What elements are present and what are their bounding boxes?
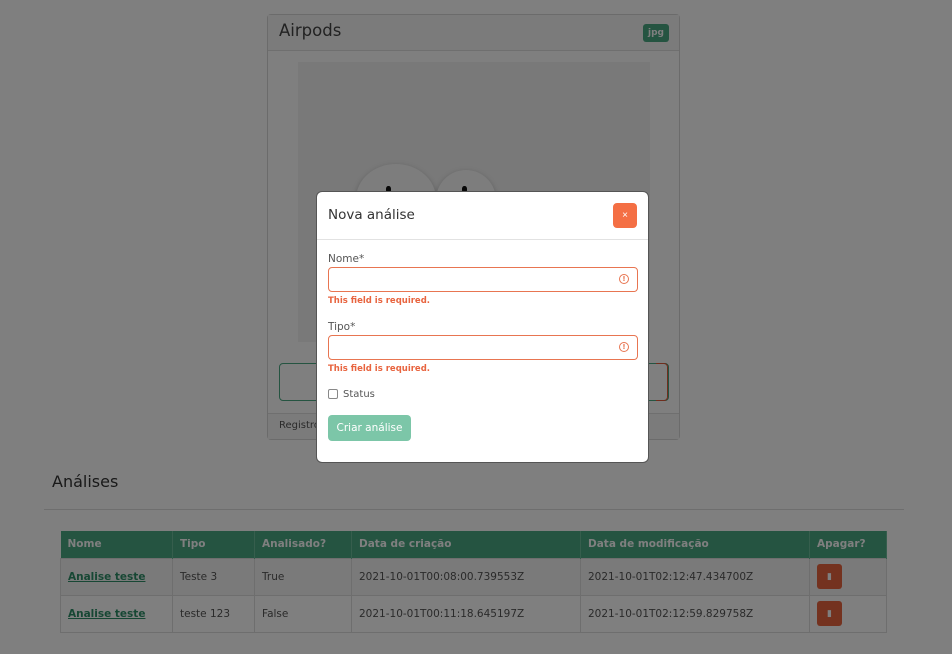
nome-label: Nome* <box>328 253 365 265</box>
modal-title: Nova análise <box>328 207 415 223</box>
new-analysis-modal: Nova análise × Nome* ! This field is req… <box>316 191 649 463</box>
tipo-input[interactable] <box>328 335 638 360</box>
warning-icon: ! <box>619 274 629 284</box>
create-analysis-button[interactable]: Criar análise <box>328 415 411 441</box>
nome-error: This field is required. <box>328 296 431 306</box>
nome-input[interactable] <box>328 267 638 292</box>
tipo-label: Tipo* <box>328 321 356 333</box>
close-button[interactable]: × <box>613 203 637 228</box>
status-checkbox[interactable] <box>328 389 338 399</box>
modal-header: Nova análise × <box>317 192 648 240</box>
warning-icon: ! <box>619 342 629 352</box>
tipo-error: This field is required. <box>328 364 431 374</box>
status-label: Status <box>343 389 375 400</box>
